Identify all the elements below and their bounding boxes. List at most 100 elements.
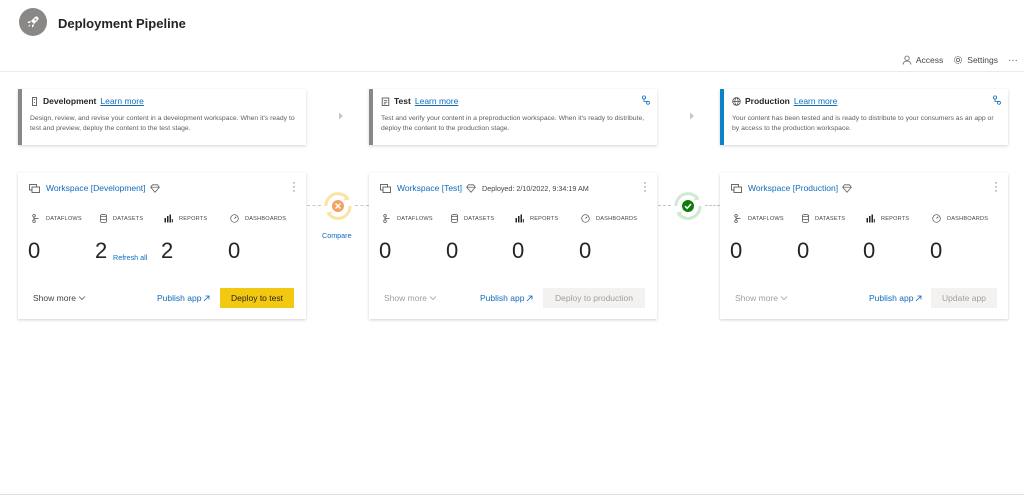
- database-icon: [100, 214, 107, 223]
- dataflow-icon: [734, 214, 741, 223]
- chevron-right-icon: [339, 112, 343, 120]
- more-options-icon[interactable]: · · ·: [992, 178, 1000, 197]
- premium-diamond-icon: [842, 183, 852, 193]
- metric-dashboards: DASHBOARDS: [581, 214, 637, 223]
- chevron-down-icon: [780, 296, 788, 301]
- connector-line: [705, 205, 720, 206]
- bar-chart-icon: [866, 214, 875, 223]
- deploy-to-production-button[interactable]: Deploy to production: [543, 288, 645, 308]
- metric-reports: REPORTS: [164, 214, 207, 223]
- external-link-icon: [527, 295, 533, 301]
- stage-description: Your content has been tested and is read…: [732, 115, 994, 132]
- connector-line: [307, 205, 321, 206]
- metric-dataflows: DATAFLOWS: [32, 214, 82, 223]
- bar-chart-icon: [164, 214, 173, 223]
- header-divider: [0, 71, 1024, 72]
- workspace-card-test: Workspace [Test] Deployed: 2/10/2022, 9:…: [369, 173, 657, 319]
- metric-dashboards: DASHBOARDS: [230, 214, 286, 223]
- metric-reports: REPORTS: [866, 214, 909, 223]
- workspace-link[interactable]: Workspace [Development]: [46, 183, 146, 193]
- stage-name: Production: [745, 96, 790, 106]
- publish-app-link[interactable]: Publish app: [157, 293, 210, 303]
- connector-line: [355, 205, 369, 206]
- more-options-icon[interactable]: · · ·: [641, 178, 649, 197]
- clipboard-icon: [381, 97, 390, 106]
- dashboards-count: 0: [930, 238, 943, 263]
- workspace-card-development: Workspace [Development] · · · DATAFLOWS DA…: [18, 173, 306, 319]
- datasets-count: 0: [797, 238, 810, 263]
- stage-name: Test: [394, 96, 411, 106]
- deployment-rules-icon[interactable]: [641, 95, 651, 105]
- dataflows-count: 0: [730, 238, 743, 263]
- database-icon: [451, 214, 458, 223]
- datasets-count: 2: [95, 238, 108, 263]
- person-icon: [902, 55, 912, 65]
- workspace-link[interactable]: Workspace [Test]: [397, 183, 462, 193]
- workspace-card-production: Workspace [Production] · · · DATAFLOWS DAT…: [720, 173, 1008, 319]
- dashboards-count: 0: [228, 238, 241, 263]
- stage-name: Development: [43, 96, 97, 106]
- dataflow-icon: [383, 214, 390, 223]
- database-icon: [802, 214, 809, 223]
- dataflow-icon: [32, 214, 39, 223]
- globe-icon: [732, 96, 741, 106]
- more-options-button[interactable]: ···: [1008, 55, 1018, 66]
- show-more-button[interactable]: Show more: [735, 293, 788, 303]
- top-bar: Deployment Pipeline: [0, 0, 1024, 48]
- gear-icon: [954, 56, 963, 64]
- deployment-rules-icon[interactable]: [992, 95, 1002, 105]
- chevron-down-icon: [429, 296, 437, 301]
- metric-dataflows: DATAFLOWS: [383, 214, 433, 223]
- premium-diamond-icon: [149, 183, 160, 193]
- external-link-icon: [916, 295, 922, 301]
- learn-more-link[interactable]: Learn more: [415, 96, 458, 106]
- header-actions: Access Settings ···: [902, 52, 1018, 68]
- access-button[interactable]: Access: [902, 55, 943, 65]
- publish-app-link[interactable]: Publish app: [869, 293, 922, 303]
- refresh-all-link[interactable]: Refresh all: [113, 253, 147, 262]
- deployed-timestamp: Deployed: 2/10/2022, 9:34:19 AM: [482, 183, 589, 193]
- access-label: Access: [915, 55, 944, 65]
- gauge-icon: [932, 214, 941, 223]
- dashboards-count: 0: [579, 238, 592, 263]
- update-app-button[interactable]: Update app: [931, 288, 997, 308]
- deploy-to-test-button[interactable]: Deploy to test: [220, 288, 294, 308]
- external-link-icon: [204, 295, 210, 301]
- stage-description: Test and verify your content in a prepro…: [381, 115, 645, 132]
- more-options-icon[interactable]: · · ·: [290, 178, 298, 197]
- show-more-button[interactable]: Show more: [384, 293, 437, 303]
- compare-status-icon[interactable]: [321, 189, 355, 223]
- chevron-down-icon: [78, 296, 86, 301]
- publish-app-link[interactable]: Publish app: [480, 293, 533, 303]
- synced-status-icon: [674, 192, 702, 220]
- learn-more-link[interactable]: Learn more: [100, 96, 143, 106]
- show-more-button[interactable]: Show more: [33, 293, 86, 303]
- metric-datasets: DATASETS: [451, 214, 494, 223]
- connector-line: [658, 205, 671, 206]
- stage-description: Design, review, and revise your content …: [30, 115, 295, 132]
- metric-dataflows: DATAFLOWS: [734, 214, 784, 223]
- workspace-icon: [29, 183, 40, 193]
- dataflows-count: 0: [379, 238, 392, 263]
- stage-card-development: Development Learn more Design, review, a…: [18, 89, 306, 145]
- metric-datasets: DATASETS: [100, 214, 143, 223]
- workspace-icon: [731, 183, 742, 193]
- datasets-count: 0: [446, 238, 459, 263]
- chevron-right-icon: [690, 112, 694, 120]
- gauge-icon: [230, 214, 239, 223]
- reports-count: 0: [512, 238, 525, 263]
- settings-button[interactable]: Settings: [953, 55, 998, 65]
- learn-more-link[interactable]: Learn more: [794, 96, 837, 106]
- development-icon: [32, 96, 37, 106]
- metric-datasets: DATASETS: [802, 214, 845, 223]
- gauge-icon: [581, 214, 590, 223]
- bar-chart-icon: [515, 214, 524, 223]
- workspace-icon: [380, 183, 391, 193]
- stage-card-test: Test Learn more Test and verify your con…: [369, 89, 657, 145]
- reports-count: 0: [863, 238, 876, 263]
- metric-dashboards: DASHBOARDS: [932, 214, 988, 223]
- page-title: Deployment Pipeline: [58, 16, 186, 31]
- stage-card-production: Production Learn more Your content has b…: [720, 89, 1008, 145]
- workspace-link[interactable]: Workspace [Production]: [748, 183, 838, 193]
- compare-link[interactable]: Compare: [322, 231, 352, 240]
